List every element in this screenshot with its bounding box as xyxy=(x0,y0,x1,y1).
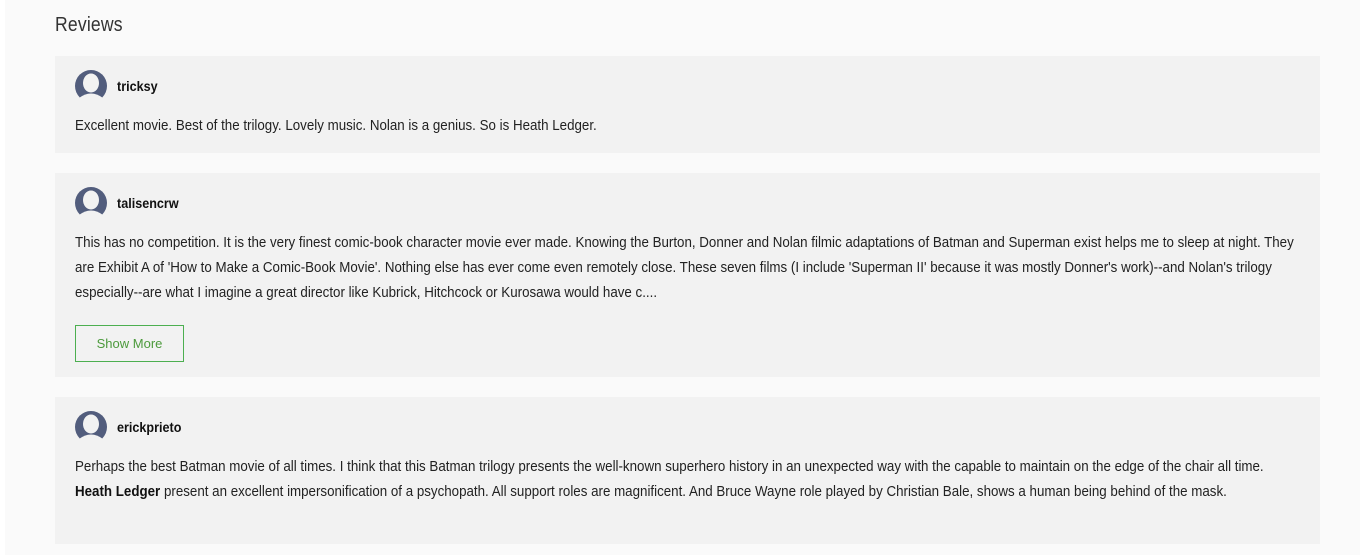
show-more-button[interactable]: Show More xyxy=(75,325,184,362)
review-text: Perhaps the best Batman movie of all tim… xyxy=(75,455,1300,505)
review-text-part: Perhaps the best Batman movie of all tim… xyxy=(75,459,1264,475)
reviews-section: Reviews tricksy Excellent movie. Best of… xyxy=(5,0,1360,555)
review-card: erickprieto Perhaps the best Batman movi… xyxy=(55,397,1320,544)
review-username[interactable]: talisencrw xyxy=(117,195,179,211)
review-text-highlight: Heath Ledger xyxy=(75,484,161,500)
user-avatar-icon xyxy=(75,187,107,219)
review-header: erickprieto xyxy=(75,411,1300,443)
review-username[interactable]: tricksy xyxy=(117,78,158,94)
review-card: talisencrw This has no competition. It i… xyxy=(55,173,1320,377)
review-text: This has no competition. It is the very … xyxy=(75,235,1294,301)
review-header: tricksy xyxy=(75,70,1300,102)
review-text: Excellent movie. Best of the trilogy. Lo… xyxy=(75,118,597,134)
user-avatar-icon xyxy=(75,411,107,443)
review-text-part: present an excellent impersonification o… xyxy=(160,484,1227,500)
user-avatar-icon xyxy=(75,70,107,102)
section-title: Reviews xyxy=(55,14,123,36)
review-card: tricksy Excellent movie. Best of the tri… xyxy=(55,56,1320,153)
review-username[interactable]: erickprieto xyxy=(117,419,181,435)
review-header: talisencrw xyxy=(75,187,1300,219)
